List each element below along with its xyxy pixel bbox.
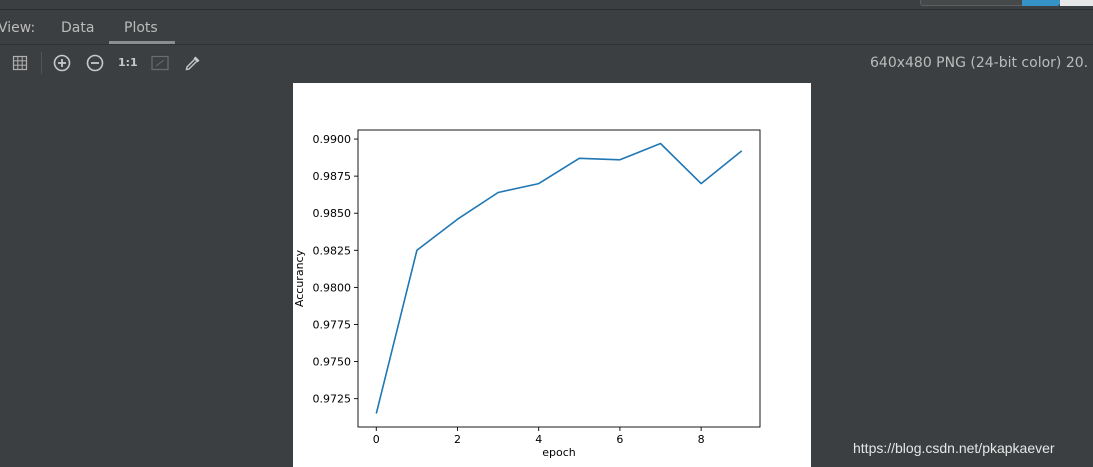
accuracy-line-chart: 0.9725 0.9750 0.9775 0.9800 0.9825 0.9850 0.98… — [293, 129, 761, 459]
watermark: https://blog.csdn.net/pkapkaever — [853, 440, 1055, 456]
plot-toolbar: 1:1 640x480 PNG (24-bit color) 20. — [0, 46, 1093, 80]
zoom-out-icon[interactable] — [84, 52, 106, 74]
zoom-in-icon[interactable] — [51, 52, 73, 74]
fit-icon[interactable] — [149, 52, 171, 74]
x-tick-label: 6 — [616, 433, 623, 446]
plot-frame — [357, 129, 761, 428]
title-bar-button-fragment[interactable] — [1022, 0, 1060, 6]
x-tick-label: 8 — [698, 433, 705, 446]
x-tick-label: 4 — [535, 433, 542, 446]
y-tick-label: 0.9750 — [313, 356, 352, 369]
view-label: View: — [0, 20, 36, 36]
y-tick-label: 0.9800 — [313, 281, 352, 294]
y-tick-label: 0.9825 — [313, 244, 352, 257]
image-info: 640x480 PNG (24-bit color) 20. — [870, 55, 1089, 71]
title-bar-strip — [0, 0, 1093, 10]
title-bar-fragment — [920, 0, 1030, 6]
y-axis-label: Accurancy — [293, 249, 306, 307]
x-tick-label: 0 — [373, 433, 380, 446]
active-tab-indicator — [109, 41, 175, 44]
y-tick-label: 0.9775 — [313, 318, 352, 331]
title-bar-field-fragment — [1060, 0, 1093, 6]
toolbar-separator — [41, 52, 42, 74]
eyedropper-icon[interactable] — [182, 52, 204, 74]
x-axis-label: epoch — [542, 446, 576, 459]
view-tab-bar: View: Data Plots — [0, 11, 1093, 45]
y-tick-label: 0.9875 — [313, 170, 352, 183]
grid-icon[interactable] — [9, 52, 31, 74]
tab-data[interactable]: Data — [61, 20, 94, 36]
x-tick-label: 2 — [454, 433, 461, 446]
tab-plots[interactable]: Plots — [124, 20, 158, 36]
actual-size-icon[interactable]: 1:1 — [118, 56, 138, 69]
plot-image: 0.9725 0.9750 0.9775 0.9800 0.9825 0.9850 0.98… — [293, 83, 811, 467]
y-tick-label: 0.9900 — [313, 133, 352, 146]
series-line — [375, 142, 743, 414]
y-tick-label: 0.9725 — [313, 393, 352, 406]
y-tick-label: 0.9850 — [313, 207, 352, 220]
